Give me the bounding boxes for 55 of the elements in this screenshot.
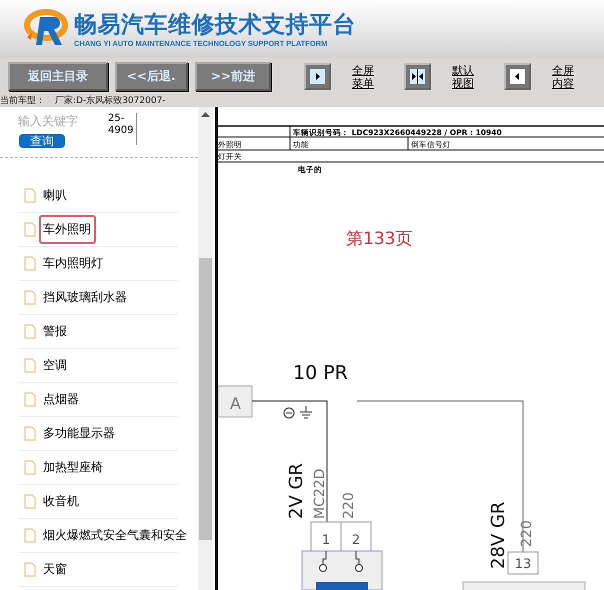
layout-link[interactable]: 默认视图 xyxy=(452,64,476,90)
wire-label: 28V GR xyxy=(488,502,509,569)
home-button[interactable]: 返回主目录 xyxy=(8,62,108,91)
file-icon xyxy=(24,290,36,305)
status-label: 当前车型： xyxy=(0,95,45,107)
file-icon xyxy=(24,324,36,339)
scroll-up-icon[interactable] xyxy=(201,112,210,117)
status-value: 厂家:D-东风标致3072007- xyxy=(55,95,166,107)
menu-item[interactable]: 警报 xyxy=(39,317,72,346)
file-icon xyxy=(24,460,36,475)
pin-label: 2 xyxy=(352,533,360,548)
menu-item[interactable]: 点烟器 xyxy=(39,385,84,414)
forward-button[interactable]: >>前进 xyxy=(194,62,271,91)
file-icon xyxy=(24,392,36,407)
file-icon xyxy=(24,562,36,577)
terminal-box xyxy=(340,522,372,552)
layout-button[interactable] xyxy=(404,63,431,90)
menu-item[interactable]: 车内照明灯 xyxy=(39,249,108,278)
wire-label: 220 xyxy=(341,492,357,519)
wire-label: MC22D xyxy=(312,468,328,519)
file-icon xyxy=(24,358,36,373)
side-note: 25-4909 xyxy=(108,113,137,145)
menu-item[interactable]: 挡风玻璃刮水器 xyxy=(39,283,132,312)
site-title: 畅易汽车维修技术支持平台 xyxy=(74,10,356,38)
split-arrows-icon xyxy=(407,66,428,87)
file-icon xyxy=(24,494,36,509)
ground-icon xyxy=(284,406,312,418)
wire-label: 2V GR xyxy=(286,463,307,519)
back-button[interactable]: <<后退. xyxy=(114,62,188,91)
wire-label: 220 xyxy=(519,520,535,547)
menu-item[interactable]: 收音机 xyxy=(39,487,84,516)
fuse-label: A xyxy=(230,394,241,413)
menu-item[interactable]: 天窗 xyxy=(39,555,72,584)
fuse-box xyxy=(218,386,252,418)
page-label: 第133页 xyxy=(346,229,412,249)
file-icon xyxy=(24,528,36,543)
pin-label: 13 xyxy=(514,557,532,572)
connector-label: 10 PR xyxy=(293,362,348,384)
scrollbar-thumb[interactable] xyxy=(199,258,212,540)
menu-item[interactable]: 加热型座椅 xyxy=(39,453,108,482)
file-icon xyxy=(24,256,36,271)
file-icon xyxy=(24,222,36,237)
menu-item[interactable]: 喇叭 xyxy=(39,181,72,210)
layout-link[interactable]: 全屏内容 xyxy=(552,64,576,90)
menu-item[interactable]: 多功能显示器 xyxy=(39,419,120,448)
file-icon xyxy=(24,188,36,203)
file-icon xyxy=(24,426,36,441)
terminal-box xyxy=(310,522,342,552)
layout-link[interactable]: 全屏菜单 xyxy=(352,64,376,90)
terminal-box xyxy=(508,552,538,574)
search-button[interactable]: 查询 xyxy=(19,134,65,148)
menu-item[interactable]: 空调 xyxy=(39,351,72,380)
menu-item[interactable]: 烟火爆燃式安全气囊和安全 xyxy=(39,521,192,550)
menu-item[interactable]: 车外照明 xyxy=(39,215,96,244)
pin-label: 1 xyxy=(322,533,330,548)
